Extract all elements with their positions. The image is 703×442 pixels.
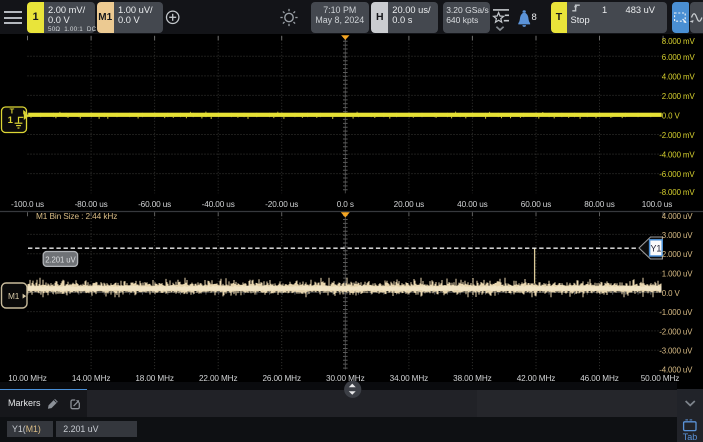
svg-text:8.000 mV: 8.000 mV <box>662 37 696 46</box>
svg-text:0.0 V: 0.0 V <box>662 289 681 298</box>
svg-text:60.00 us: 60.00 us <box>521 200 551 209</box>
svg-text:M1 Bin Size : 2.44 kHz: M1 Bin Size : 2.44 kHz <box>36 211 117 221</box>
svg-text:-2.000 mV: -2.000 mV <box>659 131 695 140</box>
svg-text:40.00 us: 40.00 us <box>457 200 487 209</box>
svg-text:-20.00 us: -20.00 us <box>265 200 298 209</box>
svg-text:30.00 MHz: 30.00 MHz <box>326 374 365 383</box>
svg-text:4.000 uV: 4.000 uV <box>662 212 693 221</box>
svg-text:2.000 uV: 2.000 uV <box>662 250 693 259</box>
svg-text:4.000 mV: 4.000 mV <box>662 72 696 81</box>
svg-text:80.00 us: 80.00 us <box>584 200 614 209</box>
svg-text:1: 1 <box>8 115 14 126</box>
svg-text:-4.000 uV: -4.000 uV <box>659 365 693 374</box>
svg-text:-60.00 us: -60.00 us <box>138 200 171 209</box>
svg-text:38.00 MHz: 38.00 MHz <box>453 374 492 383</box>
svg-text:3.000 uV: 3.000 uV <box>662 231 693 240</box>
svg-text:22.00 MHz: 22.00 MHz <box>199 374 238 383</box>
svg-text:-1.000 uV: -1.000 uV <box>659 308 693 317</box>
svg-text:-80.00 us: -80.00 us <box>75 200 108 209</box>
svg-text:10.00 MHz: 10.00 MHz <box>8 374 47 383</box>
svg-text:2.000 mV: 2.000 mV <box>662 92 696 101</box>
svg-text:2.201 uV: 2.201 uV <box>45 255 76 264</box>
svg-text:46.00 MHz: 46.00 MHz <box>580 374 619 383</box>
svg-text:-3.000 uV: -3.000 uV <box>659 347 693 356</box>
svg-text:26.00 MHz: 26.00 MHz <box>262 374 301 383</box>
svg-text:0.0 V: 0.0 V <box>662 112 681 121</box>
svg-text:-4.000 mV: -4.000 mV <box>659 151 695 160</box>
svg-text:-2.000 uV: -2.000 uV <box>659 327 693 336</box>
svg-text:1.000 uV: 1.000 uV <box>662 270 693 279</box>
svg-text:-6.000 mV: -6.000 mV <box>659 170 695 179</box>
svg-text:50.00 MHz: 50.00 MHz <box>641 374 680 383</box>
svg-text:14.00 MHz: 14.00 MHz <box>72 374 111 383</box>
svg-text:42.00 MHz: 42.00 MHz <box>517 374 556 383</box>
svg-text:100.0 us: 100.0 us <box>642 200 672 209</box>
svg-text:Y1: Y1 <box>651 243 662 253</box>
svg-text:18.00 MHz: 18.00 MHz <box>135 374 174 383</box>
svg-text:34.00 MHz: 34.00 MHz <box>390 374 429 383</box>
svg-text:M1: M1 <box>8 291 20 301</box>
svg-text:0.0 s: 0.0 s <box>337 200 354 209</box>
svg-text:6.000 mV: 6.000 mV <box>662 53 696 62</box>
svg-text:20.00 us: 20.00 us <box>394 200 424 209</box>
svg-text:-40.00 us: -40.00 us <box>202 200 235 209</box>
svg-text:-100.0 us: -100.0 us <box>11 200 44 209</box>
svg-text:-8.000 mV: -8.000 mV <box>659 188 695 197</box>
